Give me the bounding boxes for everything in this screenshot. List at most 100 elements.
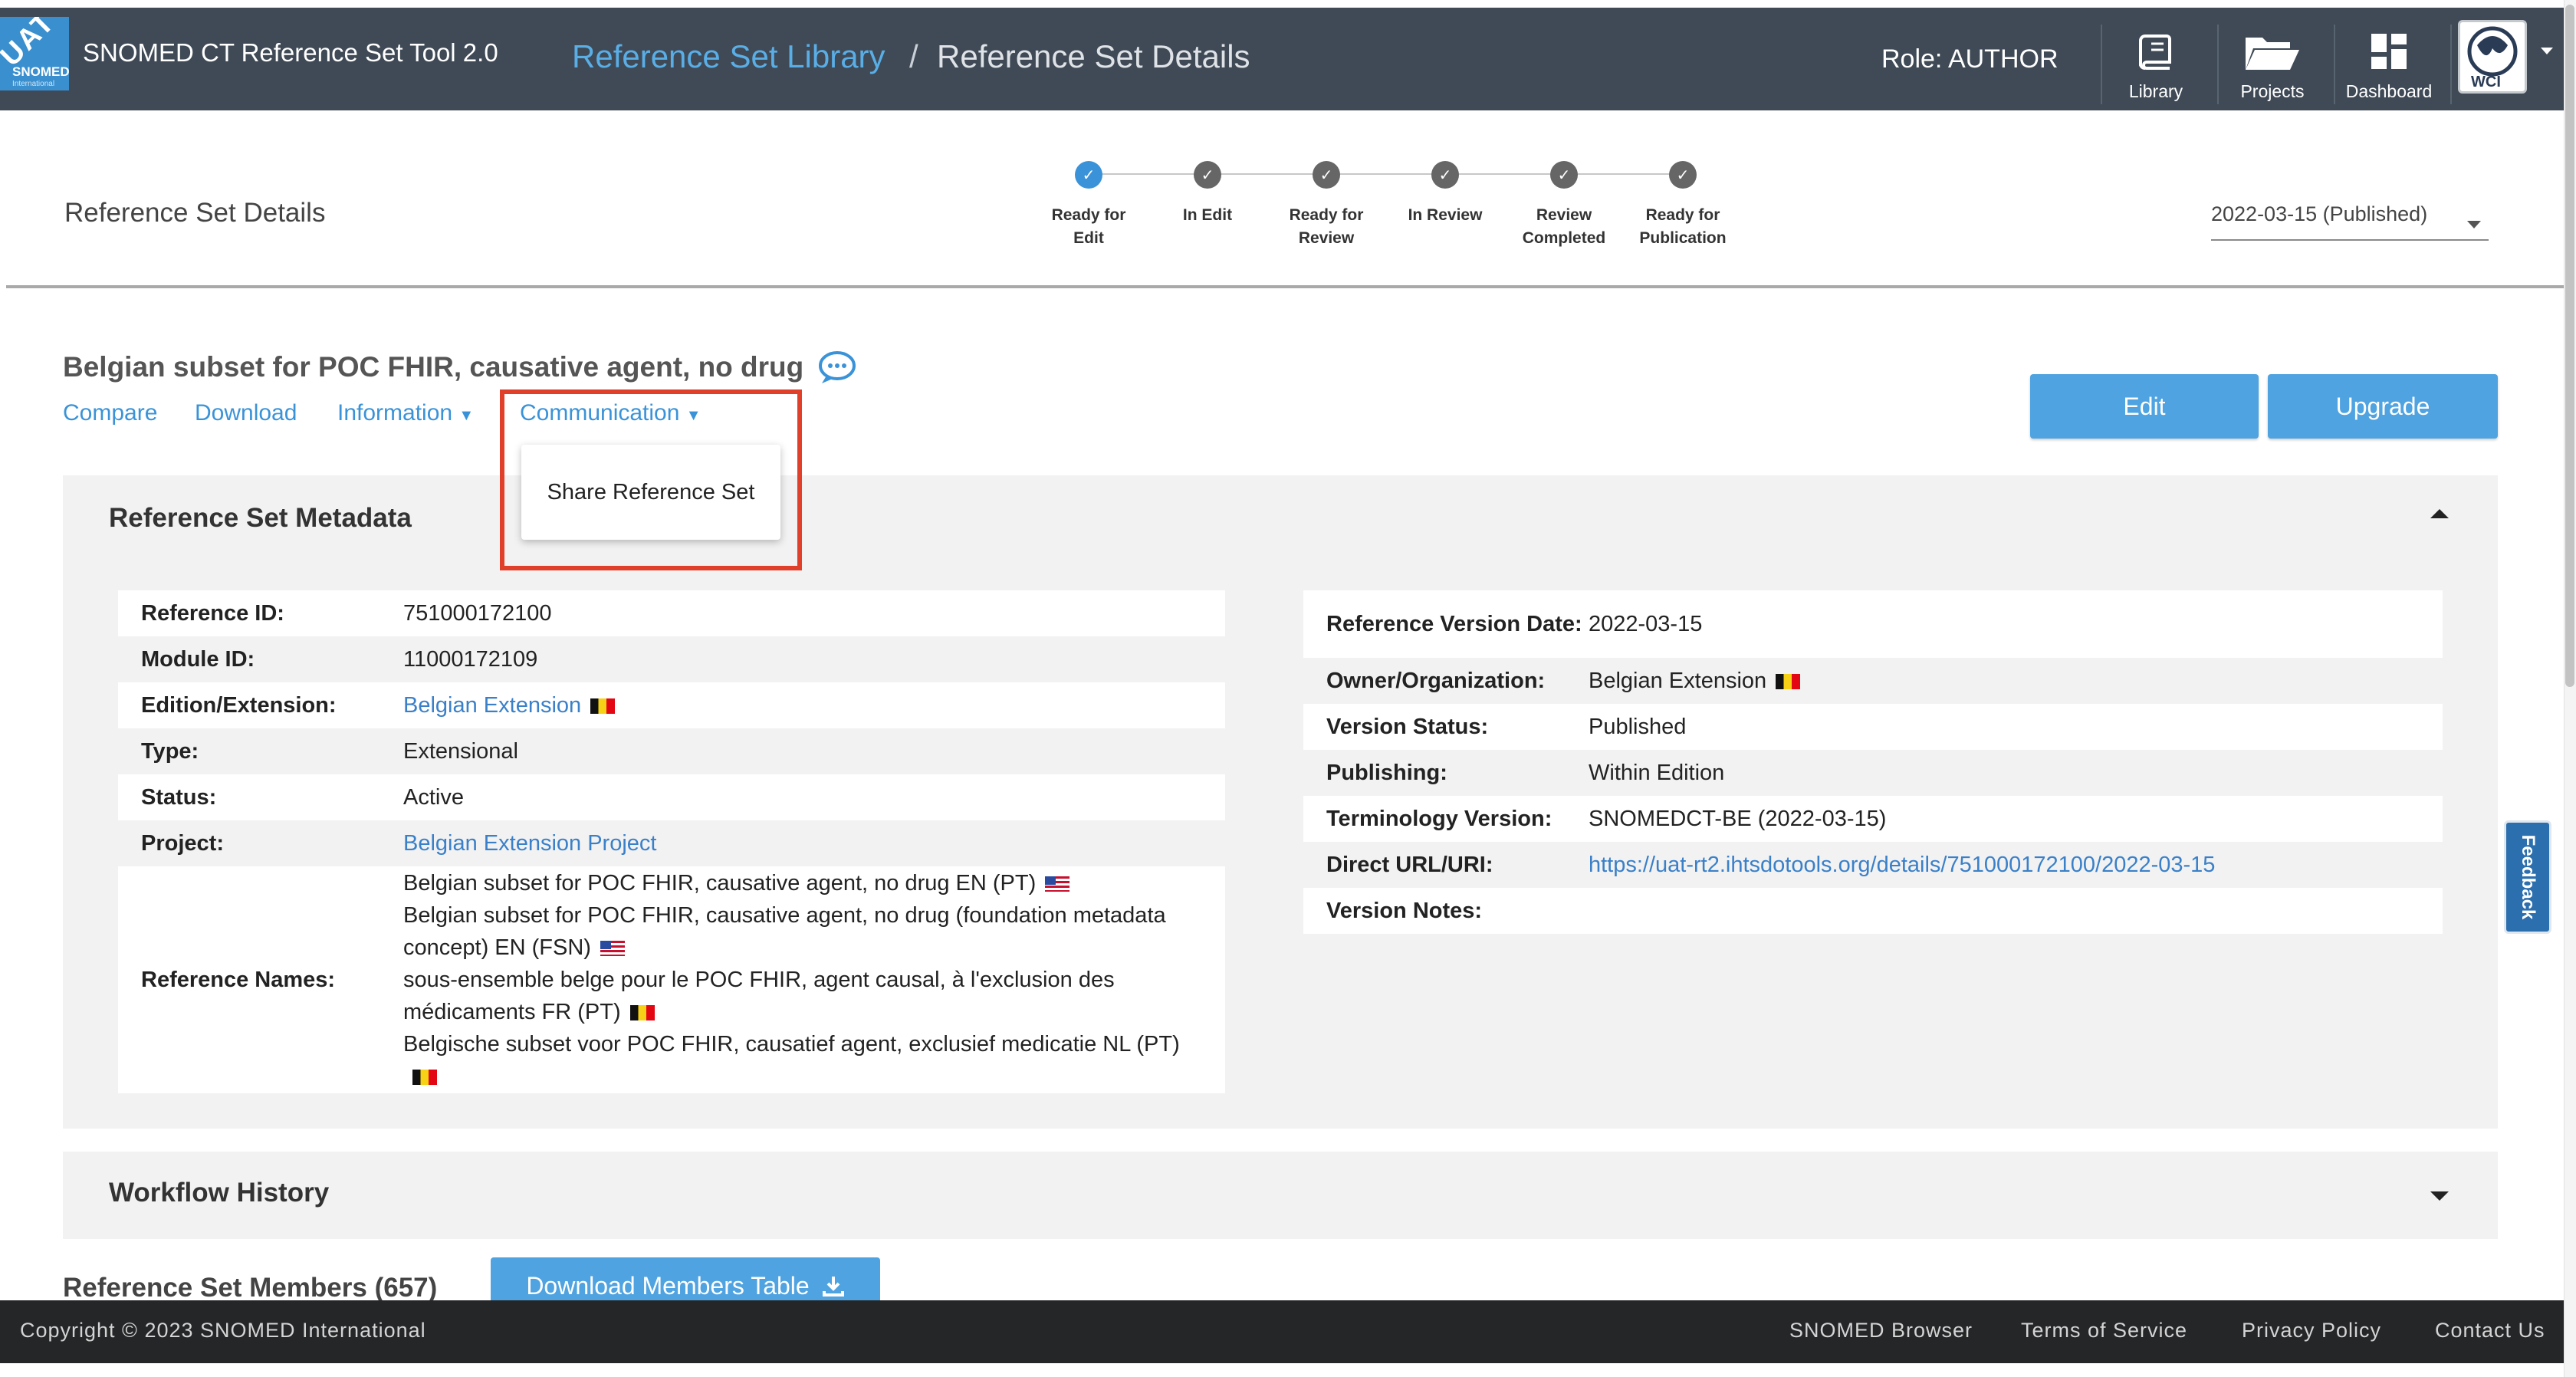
table-row: Module ID: 11000172109 [118, 636, 1225, 682]
refset-title: Belgian subset for POC FHIR, causative a… [63, 351, 804, 383]
collapse-caret-icon[interactable] [2430, 509, 2449, 518]
nav-projects-button[interactable]: Projects [2219, 28, 2326, 107]
upgrade-button[interactable]: Upgrade [2268, 374, 2498, 439]
field-label: Status: [141, 785, 217, 810]
version-date-value: 2022-03-15 [1589, 612, 1703, 636]
share-reference-set-menu-item[interactable]: Share Reference Set [521, 445, 780, 540]
app-title: SNOMED CT Reference Set Tool 2.0 [83, 38, 498, 67]
version-select-value: 2022-03-15 (Published) [2211, 202, 2428, 225]
book-icon [2102, 28, 2210, 75]
table-row: Owner/Organization: Belgian Extension [1303, 658, 2443, 704]
nav-projects-label: Projects [2240, 81, 2305, 101]
field-label: Version Status: [1326, 715, 1489, 739]
folder-open-icon [2219, 28, 2326, 75]
caret-down-icon: ▼ [458, 407, 475, 424]
us-flag-icon [600, 941, 625, 957]
metadata-panel: Reference Set Metadata Reference ID: 751… [63, 475, 2498, 1129]
step-review-completed: ✓ Review Completed [1503, 158, 1625, 250]
table-row: Project: Belgian Extension Project [118, 820, 1225, 866]
nav-library-label: Library [2128, 81, 2183, 101]
top-navbar: UAT SNOMED International SNOMED CT Refer… [0, 8, 2564, 110]
step-label: Ready for [1645, 206, 1720, 224]
user-avatar[interactable]: WCI [2458, 20, 2527, 94]
dashboard-icon [2335, 28, 2443, 75]
expand-caret-icon[interactable] [2430, 1191, 2449, 1201]
metadata-left-table: Reference ID: 751000172100 Module ID: 11… [118, 590, 1225, 1093]
check-icon: ✓ [1313, 161, 1340, 189]
breadcrumb-separator: / [909, 38, 918, 74]
reference-names-list: Belgian subset for POC FHIR, causative a… [403, 867, 1225, 1093]
workflow-history-panel[interactable]: Workflow History [63, 1152, 2498, 1239]
reference-name: Belgian subset for POC FHIR, causative a… [403, 871, 1037, 896]
step-label: Edit [1073, 229, 1104, 247]
table-row: Terminology Version: SNOMEDCT-BE (2022-0… [1303, 796, 2443, 842]
copyright-text: Copyright © 2023 SNOMED International [20, 1319, 426, 1342]
step-label: Review [1298, 229, 1355, 247]
table-row: Version Notes: [1303, 888, 2443, 934]
owner-value: Belgian Extension [1589, 669, 1767, 693]
feedback-tab[interactable]: Feedback [2504, 820, 2551, 934]
user-menu-caret-icon[interactable] [2541, 48, 2553, 54]
avatar-text: WCI [2471, 74, 2501, 90]
status-value: Active [403, 785, 464, 810]
nav-library-button[interactable]: Library [2102, 28, 2210, 107]
direct-url-link[interactable]: https://uat-rt2.ihtsdotools.org/details/… [1589, 853, 2215, 877]
check-icon: ✓ [1431, 161, 1459, 189]
version-select[interactable]: 2022-03-15 (Published) [2211, 202, 2489, 241]
field-label: Project: [141, 831, 224, 856]
reference-name: Belgian subset for POC FHIR, causative a… [403, 903, 1166, 960]
edition-link[interactable]: Belgian Extension [403, 693, 581, 718]
field-label: Reference ID: [141, 601, 284, 626]
field-label: Reference Names: [141, 968, 336, 992]
workflow-stepper: ✓ Ready for Edit ✓ In Edit ✓ Ready for Rev… [1027, 158, 1748, 258]
members-title: Reference Set Members (657) [63, 1273, 438, 1303]
information-menu-label: Information [337, 400, 453, 426]
chevron-down-icon [2467, 221, 2481, 228]
belgium-flag-icon [412, 1070, 437, 1086]
module-id-value: 11000172109 [403, 647, 538, 672]
reference-id-value: 751000172100 [403, 601, 552, 626]
nav-dashboard-button[interactable]: Dashboard [2335, 28, 2443, 107]
belgium-flag-icon [590, 698, 616, 715]
information-menu[interactable]: Information ▼ [337, 400, 474, 426]
project-link[interactable]: Belgian Extension Project [403, 831, 656, 856]
table-row: Reference Names: Belgian subset for POC … [118, 866, 1225, 1093]
download-icon [822, 1277, 844, 1296]
edit-button[interactable]: Edit [2030, 374, 2259, 439]
comment-icon[interactable] [817, 350, 857, 385]
step-ready-for-publication: ✓ Ready for Publication [1622, 158, 1744, 250]
compare-link[interactable]: Compare [63, 400, 157, 426]
check-icon: ✓ [1194, 161, 1221, 189]
workflow-history-title: Workflow History [109, 1178, 330, 1208]
reference-name: Belgische subset voor POC FHIR, causatie… [403, 1032, 1180, 1057]
field-label: Version Notes: [1326, 899, 1483, 923]
step-label: Publication [1639, 229, 1727, 247]
terminology-value: SNOMEDCT-BE (2022-03-15) [1589, 807, 1887, 831]
metadata-right-table: Reference Version Date: 2022-03-15 Owner… [1303, 590, 2443, 934]
footer-link-terms[interactable]: Terms of Service [2021, 1319, 2187, 1342]
nav-dashboard-label: Dashboard [2345, 81, 2433, 101]
step-label: Completed [1522, 229, 1606, 247]
caret-down-icon: ▼ [685, 407, 702, 424]
footer-link-privacy[interactable]: Privacy Policy [2242, 1319, 2381, 1342]
scrollbar-thumb[interactable] [2565, 5, 2574, 687]
step-label: In Review [1408, 206, 1483, 224]
communication-menu[interactable]: Communication ▼ [520, 400, 702, 426]
belgium-flag-icon [1776, 674, 1801, 690]
table-row: Version Status: Published [1303, 704, 2443, 750]
step-label: Ready for [1051, 206, 1126, 224]
step-label: Ready for [1289, 206, 1364, 224]
breadcrumb-library-link[interactable]: Reference Set Library [572, 38, 886, 75]
check-icon: ✓ [1669, 161, 1697, 189]
download-link[interactable]: Download [195, 400, 297, 426]
table-row: Direct URL/URI: https://uat-rt2.ihtsdoto… [1303, 842, 2443, 888]
version-status-value: Published [1589, 715, 1687, 739]
footer-link-contact[interactable]: Contact Us [2435, 1319, 2545, 1342]
reference-name: sous-ensemble belge pour le POC FHIR, ag… [403, 968, 1115, 1024]
field-label: Publishing: [1326, 761, 1447, 785]
snomed-logo[interactable]: UAT SNOMED International [0, 17, 69, 90]
table-row: Publishing: Within Edition [1303, 750, 2443, 796]
field-label: Reference Version Date: [1326, 612, 1582, 636]
footer-link-snomed-browser[interactable]: SNOMED Browser [1789, 1319, 1973, 1342]
table-row: Status: Active [118, 774, 1225, 820]
